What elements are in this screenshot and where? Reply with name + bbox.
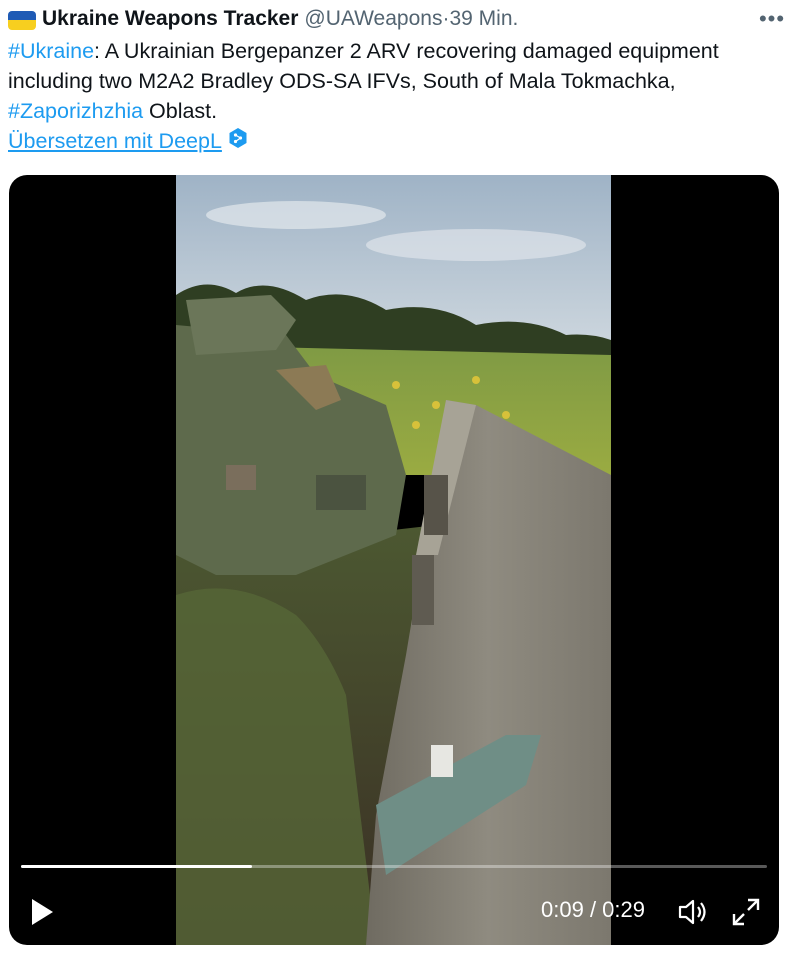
translate-label[interactable]: Übersetzen mit DeepL xyxy=(8,126,222,156)
time-separator: / xyxy=(583,897,603,922)
tweet-text-segment: : A Ukrainian Bergepanzer 2 ARV recoveri… xyxy=(8,39,719,93)
video-frame[interactable] xyxy=(176,175,611,945)
current-time: 0:09 xyxy=(541,897,584,922)
video-time: 0:09 / 0:29 xyxy=(541,897,645,923)
translate-link[interactable]: Übersetzen mit DeepL xyxy=(8,126,248,156)
more-options-icon[interactable]: ••• xyxy=(757,6,787,32)
play-icon[interactable] xyxy=(27,895,57,929)
duration: 0:29 xyxy=(602,897,645,922)
tweet-text: #Ukraine: A Ukrainian Bergepanzer 2 ARV … xyxy=(8,36,783,126)
hashtag-zaporizhzhia[interactable]: #Zaporizhzhia xyxy=(8,99,143,123)
author-name[interactable]: Ukraine Weapons Tracker xyxy=(42,7,298,31)
hashtag-ukraine[interactable]: #Ukraine xyxy=(8,39,94,63)
tweet-text-segment: Oblast. xyxy=(143,99,218,123)
fullscreen-icon[interactable] xyxy=(731,897,761,927)
progress-bar[interactable] xyxy=(21,865,767,868)
author-handle[interactable]: @UAWeapons xyxy=(304,7,442,31)
timestamp[interactable]: 39 Min. xyxy=(449,7,518,31)
tweet-header: Ukraine Weapons Tracker @UAWeapons · 39 … xyxy=(8,6,787,32)
video-player[interactable]: 0:09 / 0:29 xyxy=(9,175,779,945)
volume-muted-icon[interactable] xyxy=(677,897,709,927)
deepl-icon xyxy=(228,127,248,149)
ukraine-flag-icon xyxy=(8,10,36,30)
meta-separator: · xyxy=(442,7,450,30)
progress-fill xyxy=(21,865,253,868)
